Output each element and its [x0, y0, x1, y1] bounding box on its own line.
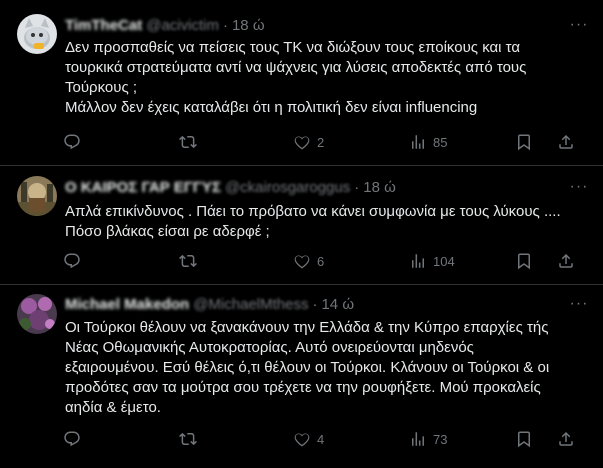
avatar[interactable]	[17, 14, 57, 54]
retweet-button[interactable]	[179, 251, 203, 271]
share-button[interactable]	[557, 251, 575, 271]
like-button[interactable]: 2	[293, 132, 324, 152]
tweet-text-line: Απλά επικίνδυνος . Πάει το πρόβατο να κά…	[65, 203, 561, 220]
action-bar: 2 85	[63, 132, 583, 152]
share-icon	[559, 134, 573, 149]
tweet[interactable]: Ο ΚΑΙΡΟΣ ΓΑΡ ΕΓΓΥΣ @ckairosgaroggus · 18…	[0, 166, 603, 285]
tweet-text-line: Πόσο βλάκας είσαι ρε αδερφέ ;	[65, 223, 270, 240]
retweet-button[interactable]	[179, 429, 203, 449]
share-icon	[559, 431, 573, 446]
like-count: 4	[317, 431, 325, 447]
avatar[interactable]	[17, 294, 57, 334]
retweet-icon	[179, 135, 197, 149]
tweet-text-line: Μάλλον δεν έχεις καταλάβει ότι η πολιτικ…	[65, 99, 478, 116]
bookmark-icon	[518, 134, 530, 151]
more-icon[interactable]: ···	[569, 15, 589, 35]
reply-icon	[64, 253, 80, 269]
user-handle[interactable]: @ckairosgaroggus	[225, 179, 350, 196]
tweet-text: Οι Τούρκοι θέλουν να ξανακάνουν την Ελλά…	[65, 318, 585, 418]
views-icon	[412, 135, 424, 149]
action-bar: 6 104	[63, 251, 583, 271]
reply-button[interactable]	[63, 132, 87, 152]
avatar[interactable]	[17, 176, 57, 216]
heart-icon	[294, 136, 310, 150]
tweet-text-line: τουρκικά στρατεύματα αντί να ψάχνεις για…	[65, 59, 527, 76]
separator-dot: ·	[222, 16, 228, 34]
tweet-text: Απλά επικίνδυνος . Πάει το πρόβατο να κά…	[65, 202, 585, 242]
separator-dot: ·	[354, 178, 360, 196]
views-count: 104	[433, 253, 455, 269]
like-button[interactable]: 6	[293, 251, 324, 271]
display-name[interactable]: Michael Makedon	[65, 296, 189, 313]
reply-icon	[64, 431, 80, 447]
views-icon	[412, 432, 424, 446]
tweet-text-line: Δεν προσπαθείς να πείσεις τους ΤΚ να διώ…	[65, 39, 521, 56]
tweet-header: Michael Makedon @MichaelMthess · 14 ώ	[65, 294, 354, 314]
user-handle[interactable]: @MichaelMthess	[193, 296, 308, 313]
tweet[interactable]: TimTheCat @acivictim · 18 ώ ··· Δεν προσ…	[0, 0, 603, 166]
like-count: 6	[317, 253, 325, 269]
more-icon[interactable]: ···	[569, 294, 589, 314]
tweet-header: TimTheCat @acivictim · 18 ώ	[65, 15, 265, 35]
tweet-text-line: προδότες σαν τα μούτρα σου τρέχετε να τη…	[65, 379, 541, 396]
user-handle[interactable]: @acivictim	[146, 17, 219, 34]
separator-dot: ·	[312, 295, 318, 313]
timestamp[interactable]: 14 ώ	[321, 296, 354, 313]
like-count: 2	[317, 134, 325, 150]
display-name[interactable]: TimTheCat	[65, 17, 142, 34]
tweet[interactable]: Michael Makedon @MichaelMthess · 14 ώ ··…	[0, 285, 603, 468]
retweet-icon	[179, 432, 197, 446]
tweet-text: Δεν προσπαθείς να πείσεις τους ΤΚ να διώ…	[65, 38, 585, 118]
share-button[interactable]	[557, 132, 575, 152]
tweet-text-line: Τούρκους ;	[65, 79, 138, 96]
bookmark-button[interactable]	[515, 251, 533, 271]
bookmark-button[interactable]	[515, 429, 533, 449]
tweet-text-line: Νέας Οθωμανικής Αυτοκρατορίας. Αυτό ονει…	[65, 339, 474, 356]
tweet-text-line: εξαιρουμένου. Εσύ θέλεις ό,τι θέλουν οι …	[65, 359, 550, 376]
more-icon[interactable]: ···	[569, 177, 589, 197]
tweet-header: Ο ΚΑΙΡΟΣ ΓΑΡ ΕΓΓΥΣ @ckairosgaroggus · 18…	[65, 177, 396, 197]
reply-feed: TimTheCat @acivictim · 18 ώ ··· Δεν προσ…	[0, 0, 603, 468]
timestamp[interactable]: 18 ώ	[232, 17, 265, 34]
display-name[interactable]: Ο ΚΑΙΡΟΣ ΓΑΡ ΕΓΓΥΣ	[65, 179, 221, 196]
retweet-button[interactable]	[179, 132, 203, 152]
action-bar: 4 73	[63, 429, 583, 449]
like-button[interactable]: 4	[293, 429, 324, 449]
heart-icon	[294, 255, 310, 269]
views-count: 85	[433, 134, 448, 150]
bookmark-icon	[518, 253, 530, 270]
views-icon	[412, 254, 424, 268]
reply-button[interactable]	[63, 251, 87, 271]
bookmark-icon	[518, 431, 530, 448]
views-button[interactable]: 73	[409, 429, 447, 449]
timestamp[interactable]: 18 ώ	[363, 179, 396, 196]
views-button[interactable]: 85	[409, 132, 447, 152]
share-button[interactable]	[557, 429, 575, 449]
tweet-text-line: Οι Τούρκοι θέλουν να ξανακάνουν την Ελλά…	[65, 319, 549, 336]
reply-button[interactable]	[63, 429, 87, 449]
reply-icon	[64, 134, 80, 150]
heart-icon	[294, 433, 310, 447]
retweet-icon	[179, 254, 197, 268]
share-icon	[559, 253, 573, 268]
bookmark-button[interactable]	[515, 132, 533, 152]
tweet-text-line: αηδία & έμετο.	[65, 399, 161, 416]
views-count: 73	[433, 431, 448, 447]
views-button[interactable]: 104	[409, 251, 455, 271]
